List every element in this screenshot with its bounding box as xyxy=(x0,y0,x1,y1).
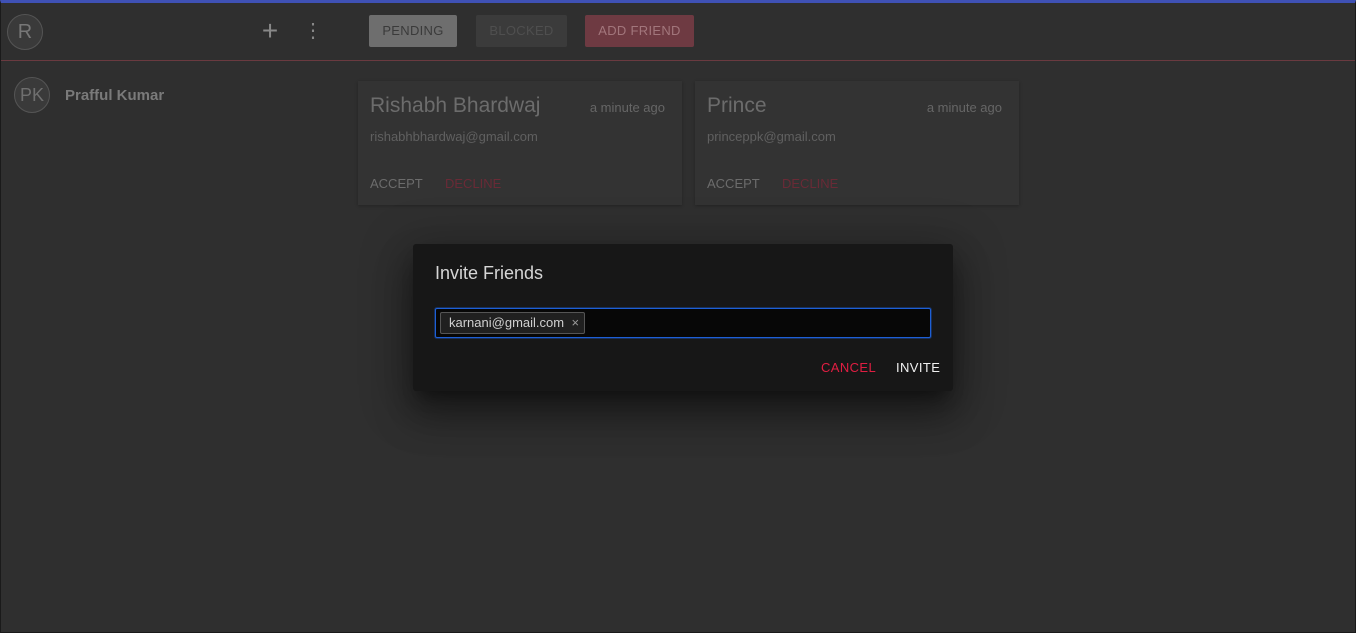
user-avatar[interactable]: R xyxy=(7,14,43,50)
add-friend-button[interactable]: ADD FRIEND xyxy=(585,15,694,47)
email-chip-input[interactable]: karnani@gmail.com × xyxy=(435,308,931,338)
accept-button[interactable]: ACCEPT xyxy=(707,176,760,191)
blocked-button[interactable]: BLOCKED xyxy=(476,15,567,47)
request-email: rishabhbhardwaj@gmail.com xyxy=(370,129,538,144)
decline-button[interactable]: DECLINE xyxy=(782,176,838,191)
more-vertical-icon[interactable]: ⋮ xyxy=(303,16,323,46)
friend-request-card: Prince a minute ago princeppk@gmail.com … xyxy=(695,81,1019,205)
close-icon[interactable]: × xyxy=(571,313,579,333)
email-chip: karnani@gmail.com × xyxy=(440,312,586,334)
email-chip-label: karnani@gmail.com xyxy=(449,315,565,330)
request-time: a minute ago xyxy=(926,100,1002,115)
dialog-title: Invite Friends xyxy=(435,263,544,283)
request-name: Rishabh Bhardwaj xyxy=(370,94,541,117)
app-window: R + ⋮ PENDING BLOCKED ADD FRIEND PK Praf… xyxy=(0,0,1356,633)
invite-button[interactable]: INVITE xyxy=(896,360,940,375)
contact-list-item[interactable]: PK Prafful Kumar xyxy=(14,77,334,117)
plus-icon[interactable]: + xyxy=(257,16,283,46)
accept-button[interactable]: ACCEPT xyxy=(370,176,423,191)
friend-request-card: Rishabh Bhardwaj a minute ago rishabhbha… xyxy=(358,81,682,205)
pending-button[interactable]: PENDING xyxy=(369,15,457,47)
contact-avatar: PK xyxy=(14,77,50,113)
top-bar: R + ⋮ PENDING BLOCKED ADD FRIEND xyxy=(1,3,1355,61)
request-time: a minute ago xyxy=(589,100,665,115)
invite-friends-dialog: Invite Friends karnani@gmail.com × CANCE… xyxy=(413,244,953,391)
contact-name: Prafful Kumar xyxy=(65,87,165,104)
decline-button[interactable]: DECLINE xyxy=(445,176,501,191)
cancel-button[interactable]: CANCEL xyxy=(821,360,876,375)
request-name: Prince xyxy=(707,94,767,117)
request-email: princeppk@gmail.com xyxy=(707,129,836,144)
